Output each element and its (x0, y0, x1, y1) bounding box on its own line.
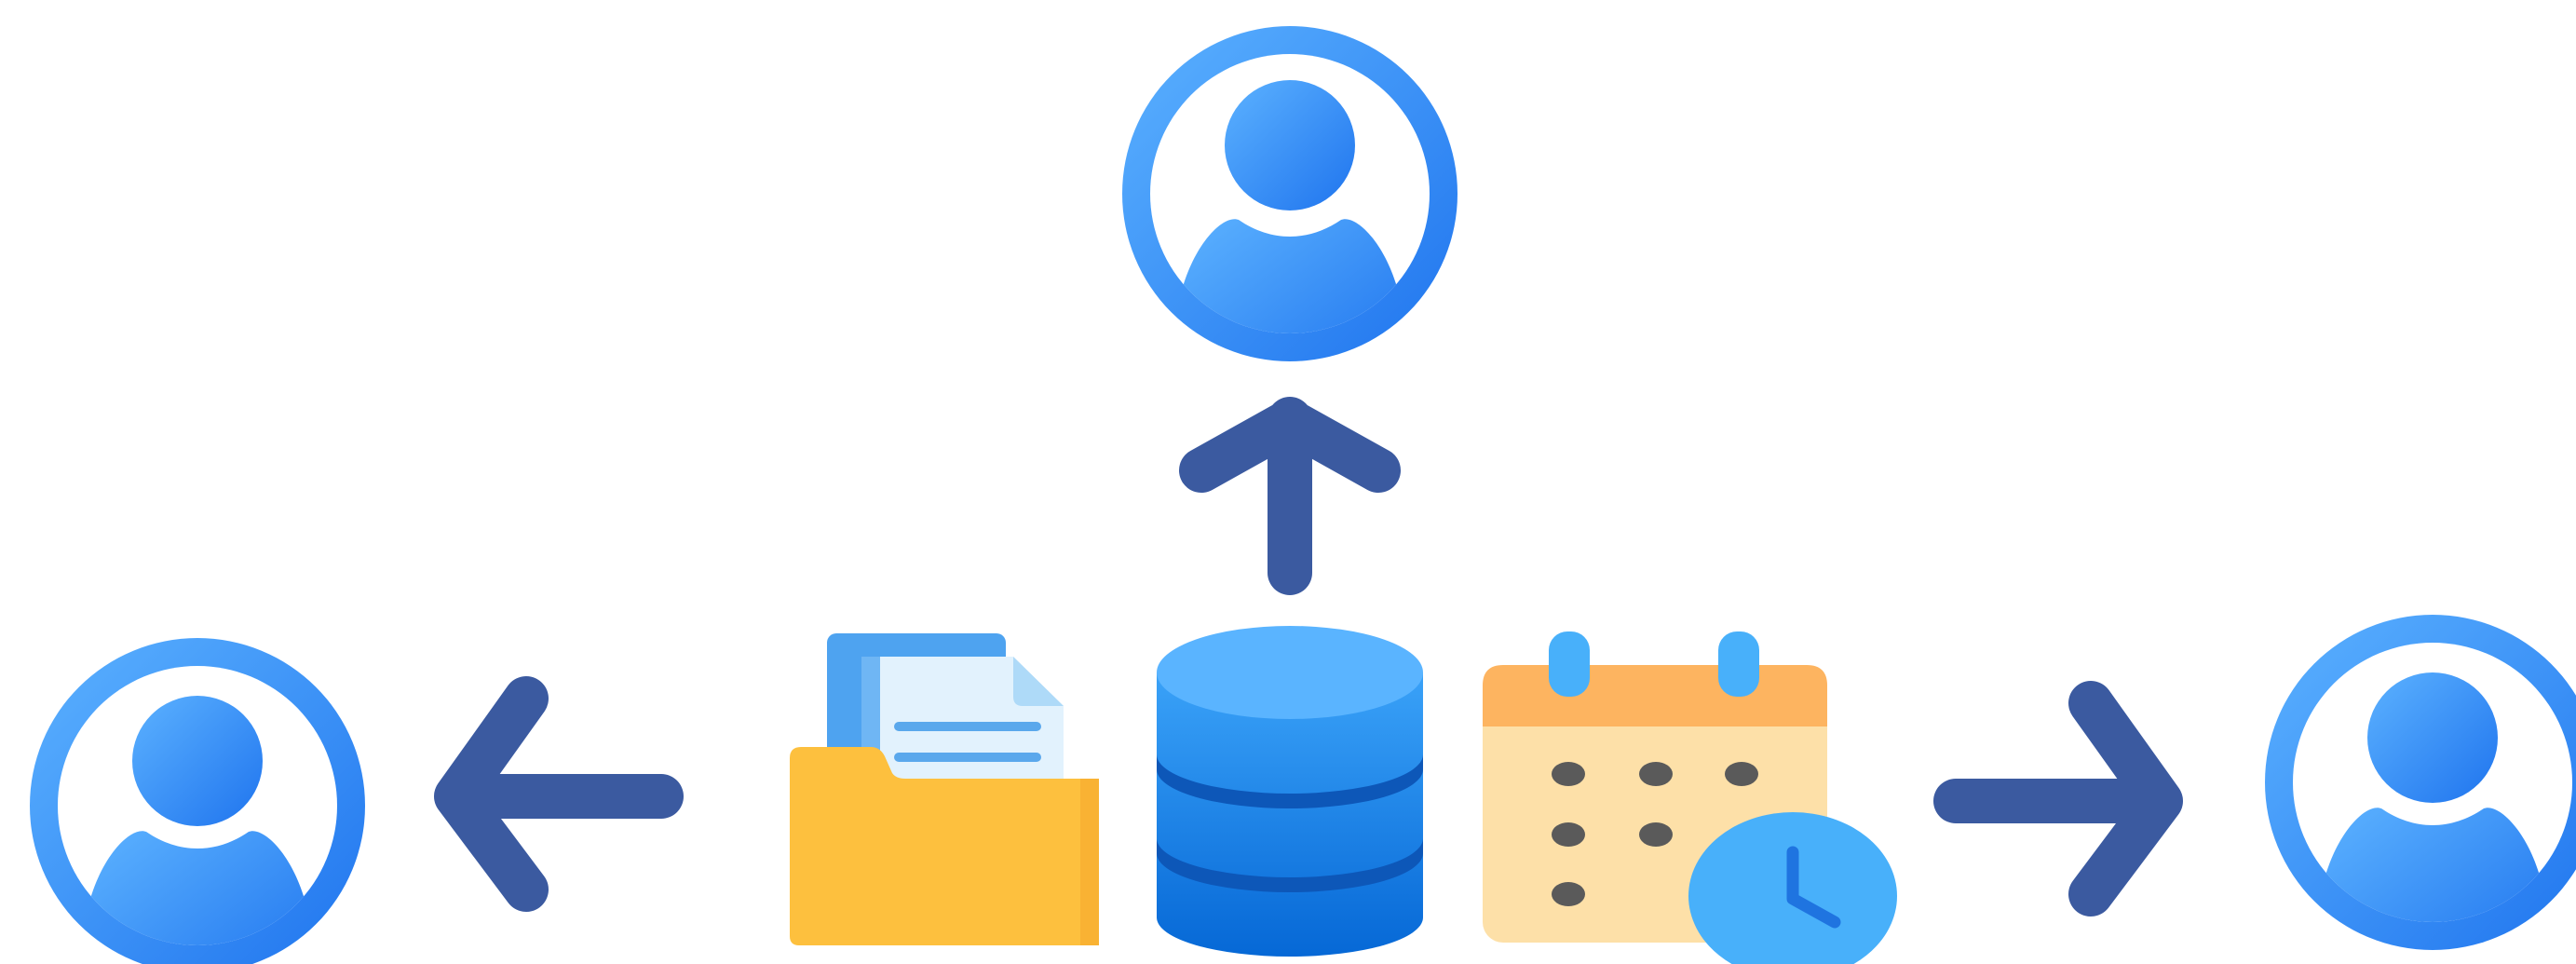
folder-documents-icon (790, 633, 1099, 945)
user-icon-top (1122, 26, 1457, 361)
arrow-up-icon (1179, 397, 1401, 595)
arrow-left-icon (434, 676, 684, 912)
user-icon-left (30, 638, 365, 964)
arrow-right-icon (1933, 681, 2183, 916)
workflow-diagram (30, 26, 2576, 964)
user-icon-right (2265, 615, 2576, 950)
calendar-clock-icon (1483, 631, 1897, 964)
database-icon (1157, 626, 1423, 957)
